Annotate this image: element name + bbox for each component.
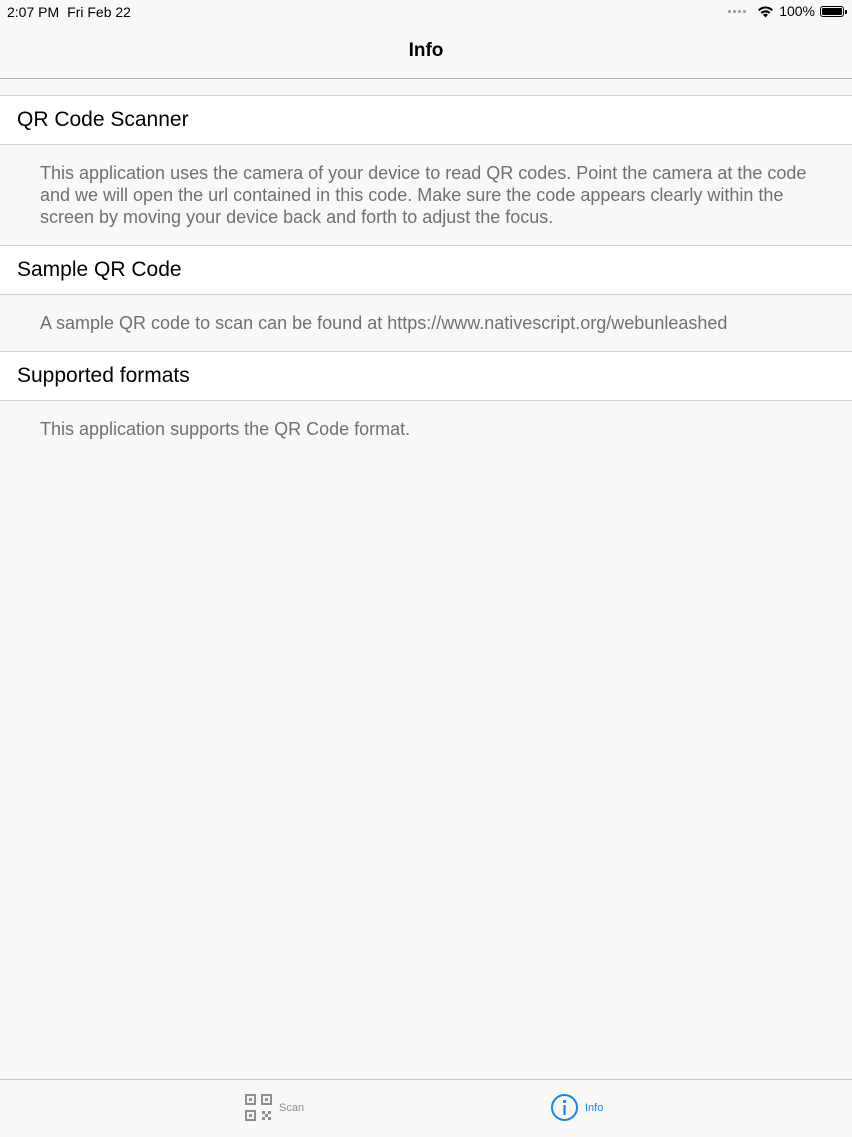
battery-icon	[820, 5, 847, 17]
info-content: QR Code Scanner This application uses th…	[0, 79, 852, 457]
qr-code-icon	[245, 1094, 272, 1121]
section-header-qr-code-scanner: QR Code Scanner	[0, 96, 852, 145]
status-date: Fri Feb 22	[67, 4, 131, 20]
status-indicators: 100%	[728, 3, 847, 19]
section-header-sample-qr-code: Sample QR Code	[0, 246, 852, 295]
tab-info[interactable]: Info	[550, 1093, 603, 1122]
navigation-bar: Info	[0, 24, 852, 79]
tab-bar: Scan Info	[0, 1079, 852, 1137]
section-body-qr-code-scanner: This application uses the camera of your…	[0, 145, 852, 246]
info-icon	[551, 1094, 578, 1121]
battery-percent: 100%	[779, 3, 815, 19]
section-spacer	[0, 79, 852, 96]
wifi-icon	[758, 5, 774, 17]
section-header-label: QR Code Scanner	[17, 108, 189, 131]
section-header-label: Sample QR Code	[17, 258, 182, 281]
section-body-sample-qr-code: A sample QR code to scan can be found at…	[0, 295, 852, 352]
section-header-label: Supported formats	[17, 364, 190, 387]
section-body-supported-formats: This application supports the QR Code fo…	[0, 401, 852, 457]
section-header-supported-formats: Supported formats	[0, 352, 852, 401]
page-title: Info	[408, 40, 444, 61]
tab-label: Info	[585, 1101, 604, 1114]
signal-dots-icon	[728, 9, 747, 13]
tab-scan[interactable]: Scan	[244, 1093, 304, 1122]
tab-label: Scan	[279, 1101, 305, 1114]
status-time: 2:07 PM	[7, 4, 60, 20]
status-time-date: 2:07 PM Fri Feb 22	[7, 4, 131, 20]
status-bar: 2:07 PM Fri Feb 22 100%	[0, 0, 852, 24]
